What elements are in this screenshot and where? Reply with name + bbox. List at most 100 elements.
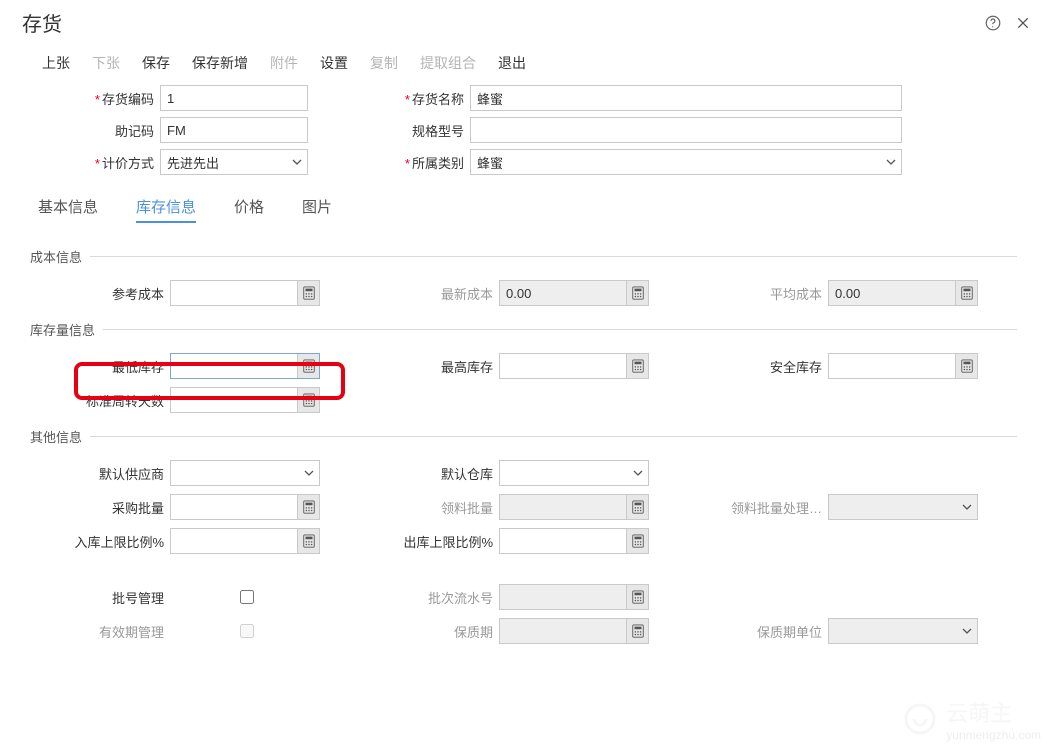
min-stock-field: 最低库存 xyxy=(30,353,359,379)
safe-stock-label: 安全库存 xyxy=(688,357,828,376)
spec-input[interactable] xyxy=(470,117,902,143)
expiry-mgmt-field: 有效期管理 xyxy=(30,618,359,644)
category-select[interactable] xyxy=(470,149,902,175)
out-ratio-label: 出库上限比例% xyxy=(359,532,499,551)
latest-cost-field: 最新成本 xyxy=(359,280,688,306)
help-icon[interactable] xyxy=(983,13,1003,33)
shelf-life-label: 保质期 xyxy=(359,622,499,641)
toolbar-copy: 复制 xyxy=(370,53,398,73)
stock-fieldset: 库存量信息 最低库存 最高库存 安全库存 标准周转天数 xyxy=(30,320,1017,413)
pick-batch-proc-input xyxy=(828,494,978,520)
pricing-label: 计价方式 xyxy=(102,156,154,171)
toolbar: 上张 下张 保存 保存新增 附件 设置 复制 提取组合 退出 xyxy=(0,43,1047,85)
calculator-icon[interactable] xyxy=(626,529,648,553)
shelf-unit-label: 保质期单位 xyxy=(688,622,828,641)
category-input[interactable] xyxy=(470,149,902,175)
max-stock-label: 最高库存 xyxy=(359,357,499,376)
pricing-select[interactable] xyxy=(160,149,308,175)
toolbar-next: 下张 xyxy=(92,53,120,73)
expiry-mgmt-label: 有效期管理 xyxy=(30,622,170,641)
turnover-field: 标准周转天数 xyxy=(30,387,359,413)
out-ratio-field: 出库上限比例% xyxy=(359,528,688,554)
ref-cost-field: 参考成本 xyxy=(30,280,359,306)
calculator-icon[interactable] xyxy=(297,354,319,378)
cost-fieldset: 成本信息 参考成本 最新成本 平均成本 xyxy=(30,247,1017,306)
batch-mgmt-field: 批号管理 xyxy=(30,584,359,610)
calculator-icon[interactable] xyxy=(297,529,319,553)
pick-batch-label: 领料批量 xyxy=(359,498,499,517)
mnemonic-input[interactable] xyxy=(160,117,308,143)
warehouse-input[interactable] xyxy=(499,460,649,486)
expiry-mgmt-checkbox xyxy=(172,624,322,638)
warehouse-field: 默认仓库 xyxy=(359,460,688,486)
inventory-name-field: *存货名称 xyxy=(340,85,902,111)
shelf-life-field: 保质期 xyxy=(359,618,688,644)
title-bar: 存货 xyxy=(0,0,1047,43)
batch-mgmt-checkbox[interactable] xyxy=(172,590,322,604)
watermark-url: yunmengzhu.com xyxy=(946,728,1041,742)
ref-cost-label: 参考成本 xyxy=(30,284,170,303)
calculator-icon xyxy=(626,281,648,305)
shelf-unit-input xyxy=(828,618,978,644)
watermark-logo-icon xyxy=(900,699,940,739)
supplier-select[interactable] xyxy=(170,460,320,486)
avg-cost-field: 平均成本 xyxy=(688,280,1017,306)
close-icon[interactable] xyxy=(1013,13,1033,33)
calculator-icon xyxy=(955,281,977,305)
pricing-field: *计价方式 xyxy=(30,149,340,175)
warehouse-select[interactable] xyxy=(499,460,649,486)
other-fieldset: 其他信息 默认供应商 默认仓库 采购批量 领料批量 领料批量处理… xyxy=(30,427,1017,644)
window-title: 存货 xyxy=(22,8,983,37)
turnover-label: 标准周转天数 xyxy=(30,391,170,410)
calculator-icon[interactable] xyxy=(297,281,319,305)
supplier-input[interactable] xyxy=(170,460,320,486)
watermark: 云萌主 yunmengzhu.com xyxy=(900,696,1041,742)
tab-stock[interactable]: 库存信息 xyxy=(136,196,196,223)
tab-price[interactable]: 价格 xyxy=(234,196,264,223)
tabs: 基本信息 库存信息 价格 图片 xyxy=(30,181,1017,233)
tab-image[interactable]: 图片 xyxy=(302,196,332,223)
inventory-code-input[interactable] xyxy=(160,85,308,111)
inventory-name-label: 存货名称 xyxy=(412,92,464,107)
category-label: 所属类别 xyxy=(412,156,464,171)
in-ratio-label: 入库上限比例% xyxy=(30,532,170,551)
inventory-code-field: *存货编码 xyxy=(30,85,340,111)
pick-batch-field: 领料批量 xyxy=(359,494,688,520)
inventory-code-label: 存货编码 xyxy=(102,92,154,107)
safe-stock-field: 安全库存 xyxy=(688,353,1017,379)
batch-serial-label: 批次流水号 xyxy=(359,588,499,607)
calculator-icon[interactable] xyxy=(626,354,648,378)
pick-batch-proc-field: 领料批量处理… xyxy=(688,494,1017,520)
pricing-input[interactable] xyxy=(160,149,308,175)
spec-label: 规格型号 xyxy=(412,124,464,139)
calculator-icon xyxy=(626,495,648,519)
tab-basic[interactable]: 基本信息 xyxy=(38,196,98,223)
toolbar-exit[interactable]: 退出 xyxy=(498,53,526,73)
calculator-icon xyxy=(626,619,648,643)
avg-cost-label: 平均成本 xyxy=(688,284,828,303)
latest-cost-label: 最新成本 xyxy=(359,284,499,303)
toolbar-prev[interactable]: 上张 xyxy=(42,53,70,73)
ref-cost-wrap xyxy=(170,280,320,306)
toolbar-save[interactable]: 保存 xyxy=(142,53,170,73)
max-stock-field: 最高库存 xyxy=(359,353,688,379)
warehouse-label: 默认仓库 xyxy=(359,464,499,483)
batch-serial-field: 批次流水号 xyxy=(359,584,688,610)
toolbar-settings[interactable]: 设置 xyxy=(320,53,348,73)
calculator-icon xyxy=(626,585,648,609)
toolbar-save-new[interactable]: 保存新增 xyxy=(192,53,248,73)
calculator-icon[interactable] xyxy=(297,388,319,412)
supplier-field: 默认供应商 xyxy=(30,460,359,486)
category-field: *所属类别 xyxy=(340,149,902,175)
calculator-icon[interactable] xyxy=(297,495,319,519)
purchase-batch-field: 采购批量 xyxy=(30,494,359,520)
supplier-label: 默认供应商 xyxy=(30,464,170,483)
in-ratio-field: 入库上限比例% xyxy=(30,528,359,554)
min-stock-label: 最低库存 xyxy=(30,357,170,376)
window-controls xyxy=(983,13,1033,33)
mnemonic-field: 助记码 xyxy=(30,117,340,143)
purchase-batch-label: 采购批量 xyxy=(30,498,170,517)
stock-legend: 库存量信息 xyxy=(30,320,103,339)
calculator-icon[interactable] xyxy=(955,354,977,378)
inventory-name-input[interactable] xyxy=(470,85,902,111)
